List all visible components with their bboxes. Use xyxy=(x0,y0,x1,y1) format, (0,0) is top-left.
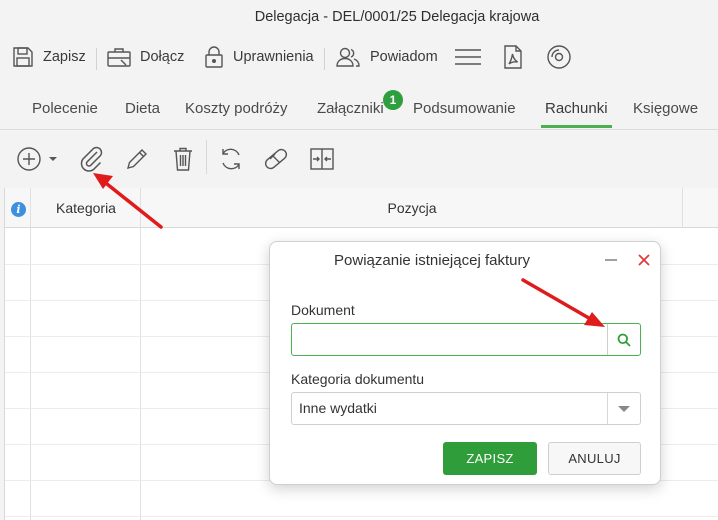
lock-icon xyxy=(205,46,223,68)
attach-label: Dołącz xyxy=(140,49,185,65)
notify-button[interactable]: Powiadom xyxy=(334,40,438,74)
dialog-title: Powiązanie istniejącej faktury xyxy=(334,252,530,269)
category-select[interactable]: Inne wydatki xyxy=(291,392,641,425)
users-icon xyxy=(336,47,360,67)
tab-podsumowanie[interactable]: Podsumowanie xyxy=(413,90,516,128)
minimize-button[interactable] xyxy=(604,250,618,270)
tab-koszty-podrozy[interactable]: Koszty podróży xyxy=(185,90,288,128)
category-label: Kategoria dokumentu xyxy=(291,371,425,387)
tab-zalaczniki[interactable]: Załączniki xyxy=(317,90,384,128)
grid-header: i Kategoria Pozycja xyxy=(5,188,718,228)
menu-button[interactable] xyxy=(454,40,482,74)
refresh-icon xyxy=(222,148,240,170)
column-header-kategoria[interactable]: Kategoria xyxy=(31,188,141,228)
category-dropdown-button[interactable] xyxy=(607,393,640,424)
action-bar xyxy=(0,129,718,187)
document-field[interactable] xyxy=(291,323,641,356)
grid-column-line xyxy=(682,188,683,228)
main-toolbar: Zapisz Dołącz Uprawnienia Powiadom xyxy=(0,40,718,74)
notify-label: Powiadom xyxy=(370,49,438,65)
refresh-button[interactable] xyxy=(218,146,244,177)
permissions-button[interactable]: Uprawnienia xyxy=(203,40,314,74)
disc-icon xyxy=(547,45,571,69)
permissions-label: Uprawnienia xyxy=(233,49,314,65)
unlink-button[interactable] xyxy=(262,146,290,177)
tab-polecenie[interactable]: Polecenie xyxy=(32,90,98,128)
toolbar-divider xyxy=(96,48,97,70)
trash-icon xyxy=(174,147,192,171)
column-header-pozycja[interactable]: Pozycja xyxy=(141,188,683,228)
save-button[interactable]: Zapisz xyxy=(11,40,86,74)
split-button[interactable] xyxy=(309,146,335,177)
tab-ksiegowe[interactable]: Księgowe xyxy=(633,90,698,128)
attachments-count-badge: 1 xyxy=(383,90,403,110)
save-dialog-button[interactable]: ZAPISZ xyxy=(443,442,537,475)
action-divider xyxy=(206,140,207,174)
split-icon xyxy=(310,148,334,170)
edit-button[interactable] xyxy=(124,146,150,177)
grid-column-line xyxy=(140,188,141,520)
cancel-dialog-button[interactable]: ANULUJ xyxy=(548,442,641,475)
category-value: Inne wydatki xyxy=(299,400,377,416)
save-label: Zapisz xyxy=(43,49,86,65)
grid-column-line xyxy=(30,188,31,520)
paperclip-icon xyxy=(80,146,103,172)
briefcase-icon xyxy=(107,48,131,67)
tab-dieta[interactable]: Dieta xyxy=(125,90,160,128)
attach-button[interactable]: Dołącz xyxy=(106,40,184,74)
chevron-down-icon xyxy=(618,405,630,412)
toolbar-divider xyxy=(324,48,325,70)
tab-rachunki[interactable]: Rachunki xyxy=(541,90,612,128)
pencil-icon xyxy=(127,149,147,169)
add-circle-icon xyxy=(17,147,57,171)
menu-icon xyxy=(455,49,481,65)
pdf-button[interactable] xyxy=(502,40,524,74)
document-search-button[interactable] xyxy=(607,324,640,355)
info-icon[interactable]: i xyxy=(11,202,26,217)
tab-bar: Polecenie Dieta Koszty podróży Załącznik… xyxy=(0,90,718,128)
document-label: Dokument xyxy=(291,302,355,318)
delete-button[interactable] xyxy=(171,146,195,177)
search-icon xyxy=(617,333,631,347)
link-invoice-dialog: Powiązanie istniejącej faktury Dokument … xyxy=(269,241,661,485)
close-icon xyxy=(638,254,650,266)
pdf-icon xyxy=(504,45,522,69)
grid-row-line xyxy=(5,516,718,517)
add-dropdown-button[interactable] xyxy=(16,146,62,177)
window-title: Delegacja - DEL/0001/25 Delegacja krajow… xyxy=(254,9,540,25)
link-invoice-button[interactable] xyxy=(78,146,104,177)
minimize-icon xyxy=(605,259,617,261)
bandage-icon xyxy=(264,148,288,170)
history-button[interactable] xyxy=(546,40,572,74)
save-icon xyxy=(13,47,33,67)
close-button[interactable] xyxy=(636,250,652,270)
